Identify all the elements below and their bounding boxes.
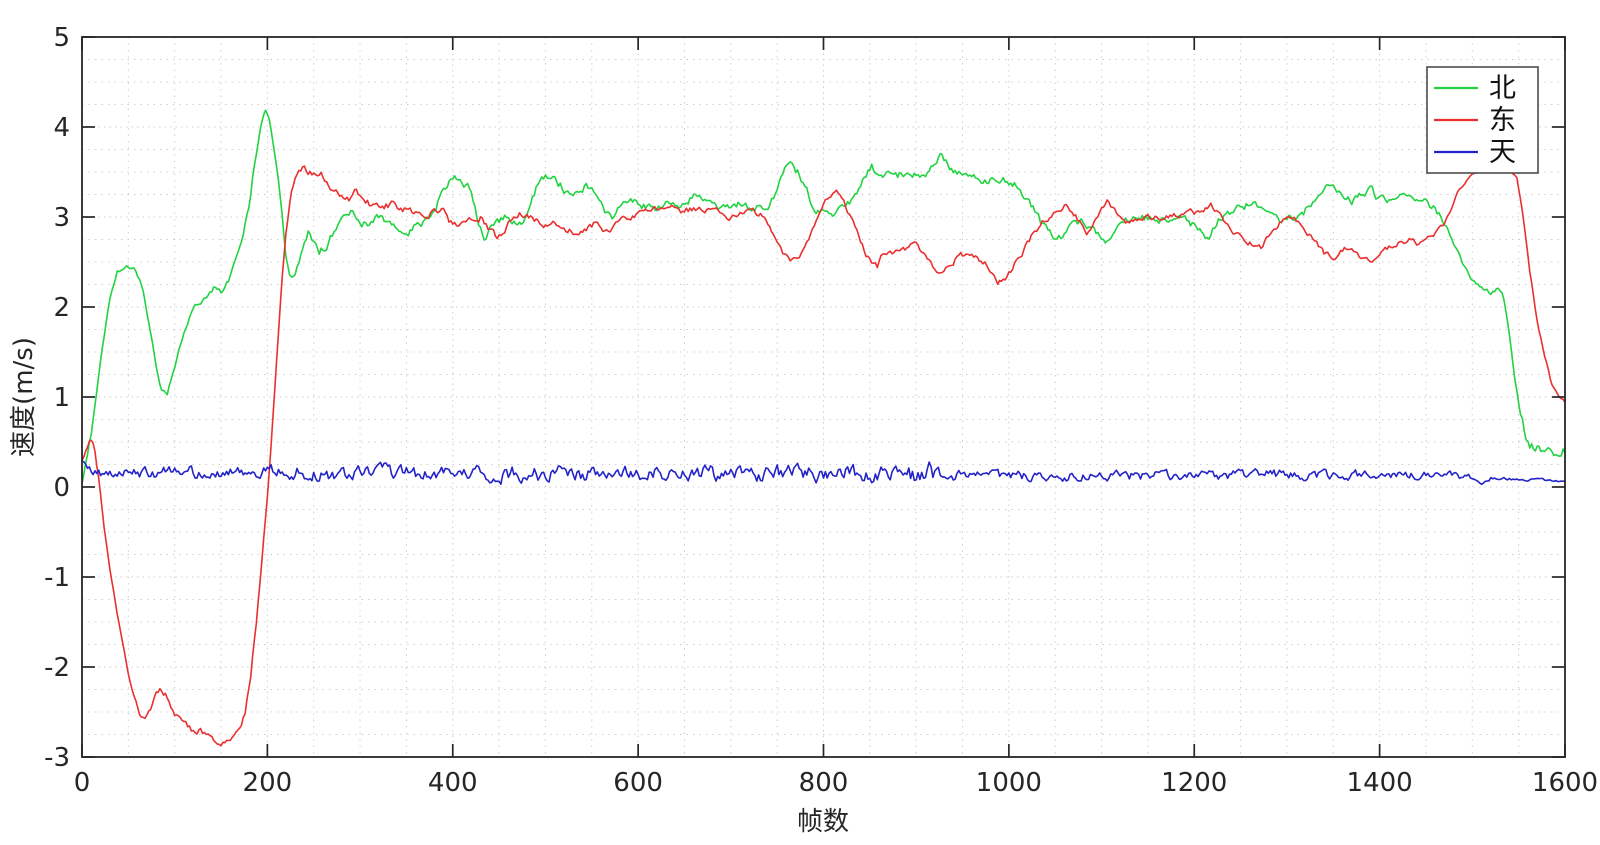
legend-label-north: 北 <box>1489 73 1516 104</box>
y-tick-labels: -3 -2 -1 0 1 2 3 4 5 <box>44 23 70 773</box>
x-tick-labels: 0 200 400 600 800 1000 1200 1400 1600 <box>74 768 1598 798</box>
x-tick-label: 1200 <box>1161 768 1227 798</box>
y-tick-label: 4 <box>53 113 70 143</box>
y-tick-label: -3 <box>44 743 70 773</box>
x-tick-label: 800 <box>799 768 849 798</box>
x-tick-label: 600 <box>613 768 663 798</box>
x-tick-label: 400 <box>428 768 478 798</box>
y-tick-label: -1 <box>44 563 70 593</box>
y-tick-label: 1 <box>53 383 70 413</box>
x-axis-label: 帧数 <box>797 807 849 837</box>
x-tick-label: 1000 <box>976 768 1042 798</box>
figure: 0 200 400 600 800 1000 1200 1400 1600 -3 -2 -1 0 1 2 3… <box>0 0 1600 845</box>
legend-label-up: 天 <box>1489 137 1516 168</box>
y-tick-label: -2 <box>44 653 70 683</box>
legend-label-east: 东 <box>1489 105 1516 136</box>
x-tick-label: 200 <box>243 768 293 798</box>
y-axis-label: 速度(m/s) <box>9 337 39 457</box>
velocity-chart: 0 200 400 600 800 1000 1200 1400 1600 -3 -2 -1 0 1 2 3… <box>9 23 1598 837</box>
x-tick-label: 1600 <box>1532 768 1598 798</box>
y-tick-label: 5 <box>53 23 70 53</box>
y-tick-label: 2 <box>53 293 70 323</box>
legend: 北 东 天 <box>1426 66 1539 174</box>
y-tick-label: 3 <box>53 203 70 233</box>
x-tick-label: 0 <box>74 768 91 798</box>
y-tick-label: 0 <box>53 473 70 503</box>
x-tick-label: 1400 <box>1347 768 1413 798</box>
